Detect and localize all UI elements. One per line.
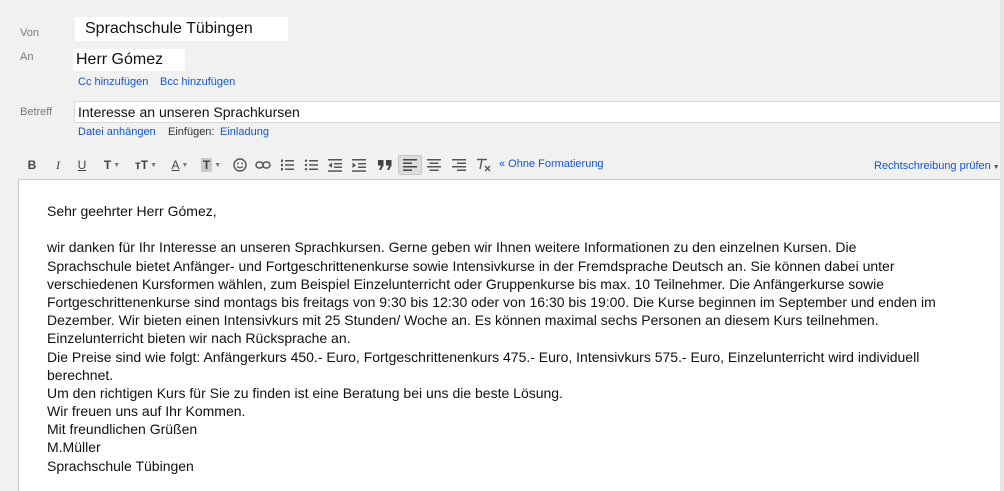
body-line: M.Müller — [47, 439, 101, 456]
font-icon: T — [103, 158, 112, 172]
body-line: Wir freuen uns auf Ihr Kommen. — [47, 403, 246, 420]
chevron-down-icon: ▼ — [181, 161, 189, 169]
text-color-icon: A — [171, 158, 180, 172]
chevron-down-icon: ▼ — [992, 164, 1000, 171]
invitation-link[interactable]: Einladung — [220, 126, 269, 138]
chevron-down-icon: ▼ — [150, 161, 158, 169]
body-line: Sprachschule Tübingen — [47, 457, 194, 474]
underline-icon[interactable]: U — [74, 155, 90, 175]
cc-link[interactable]: Cc hinzufügen — [78, 76, 148, 88]
to-label: An — [20, 51, 34, 63]
from-value: Sprachschule Tübingen — [85, 20, 253, 37]
clear-format-icon[interactable] — [475, 155, 493, 175]
message-body-editor[interactable]: Sehr geehrter Herr Gómez, wir danken für… — [18, 179, 1000, 491]
remove-formatting-link[interactable]: « Ohne Formatierung — [499, 158, 604, 170]
body-line: Fortgeschrittenenkurse sind montags bis … — [47, 293, 936, 310]
bcc-link[interactable]: Bcc hinzufügen — [160, 76, 235, 88]
body-line: Mit freundlichen Grüßen — [47, 421, 198, 438]
recipient-chip[interactable]: Herr Gómez — [76, 51, 163, 69]
body-line: berechnet. — [47, 366, 114, 383]
subject-label: Betreff — [20, 106, 53, 118]
align-right-icon[interactable] — [450, 155, 468, 175]
greeting-line: Sehr geehrter Herr Gómez, — [47, 203, 217, 219]
align-center-icon[interactable] — [425, 155, 443, 175]
highlight-color-icon: T — [200, 158, 213, 172]
font-button[interactable]: T ▼ — [98, 155, 126, 175]
body-line: Sprachschule bietet Anfänger- und Fortge… — [47, 257, 895, 274]
bulleted-list-icon[interactable] — [302, 155, 320, 175]
font-size-button[interactable]: тT ▼ — [130, 155, 162, 175]
spellcheck-label: Rechtschreibung prüfen — [874, 160, 991, 172]
align-left-icon[interactable] — [398, 155, 422, 175]
body-line: verschiedenen Kursformen wählen, zum Bei… — [47, 275, 885, 292]
spellcheck-button[interactable]: Rechtschreibung prüfen ▼ — [874, 160, 1000, 172]
message-body-text: Sehr geehrter Herr Gómez, wir danken für… — [47, 202, 987, 475]
subject-value: Interesse an unseren Sprachkursen — [78, 104, 300, 120]
body-line: Einzelunterricht bieten wir nach Rückspr… — [47, 330, 351, 347]
italic-icon[interactable]: I — [50, 155, 66, 175]
formatting-toolbar: B I U T ▼ тT ▼ A ▼ T ▼ « Ohne Formatieru… — [20, 155, 1000, 177]
quote-icon[interactable] — [376, 155, 394, 175]
font-size-icon: тT — [134, 158, 149, 172]
from-label: Von — [20, 27, 39, 39]
bold-icon[interactable]: B — [24, 155, 40, 175]
attach-file-link[interactable]: Datei anhängen — [78, 126, 156, 138]
body-line: wir danken für Ihr Interesse an unseren … — [47, 239, 857, 256]
smiley-icon[interactable] — [231, 155, 249, 175]
body-line: Um den richtigen Kurs für Sie zu finden … — [47, 384, 563, 401]
link-icon[interactable] — [254, 155, 272, 175]
from-field[interactable]: Sprachschule Tübingen — [75, 17, 288, 41]
chevron-down-icon: ▼ — [113, 161, 121, 169]
highlight-button[interactable]: T ▼ — [196, 155, 226, 175]
subject-input[interactable]: Interesse an unseren Sprachkursen — [74, 101, 1002, 123]
text-color-button[interactable]: A ▼ — [166, 155, 194, 175]
body-line: Die Preise sind wie folgt: Anfängerkurs … — [47, 348, 920, 365]
window-edge — [1000, 0, 1004, 491]
indent-less-icon[interactable] — [326, 155, 344, 175]
body-line: Dezember. Wir bieten einen Intensivkurs … — [47, 312, 879, 329]
to-field[interactable]: Herr Gómez — [73, 49, 185, 71]
insert-label: Einfügen: — [168, 126, 215, 138]
indent-more-icon[interactable] — [350, 155, 368, 175]
numbered-list-icon[interactable] — [278, 155, 296, 175]
chevron-down-icon: ▼ — [214, 161, 222, 169]
